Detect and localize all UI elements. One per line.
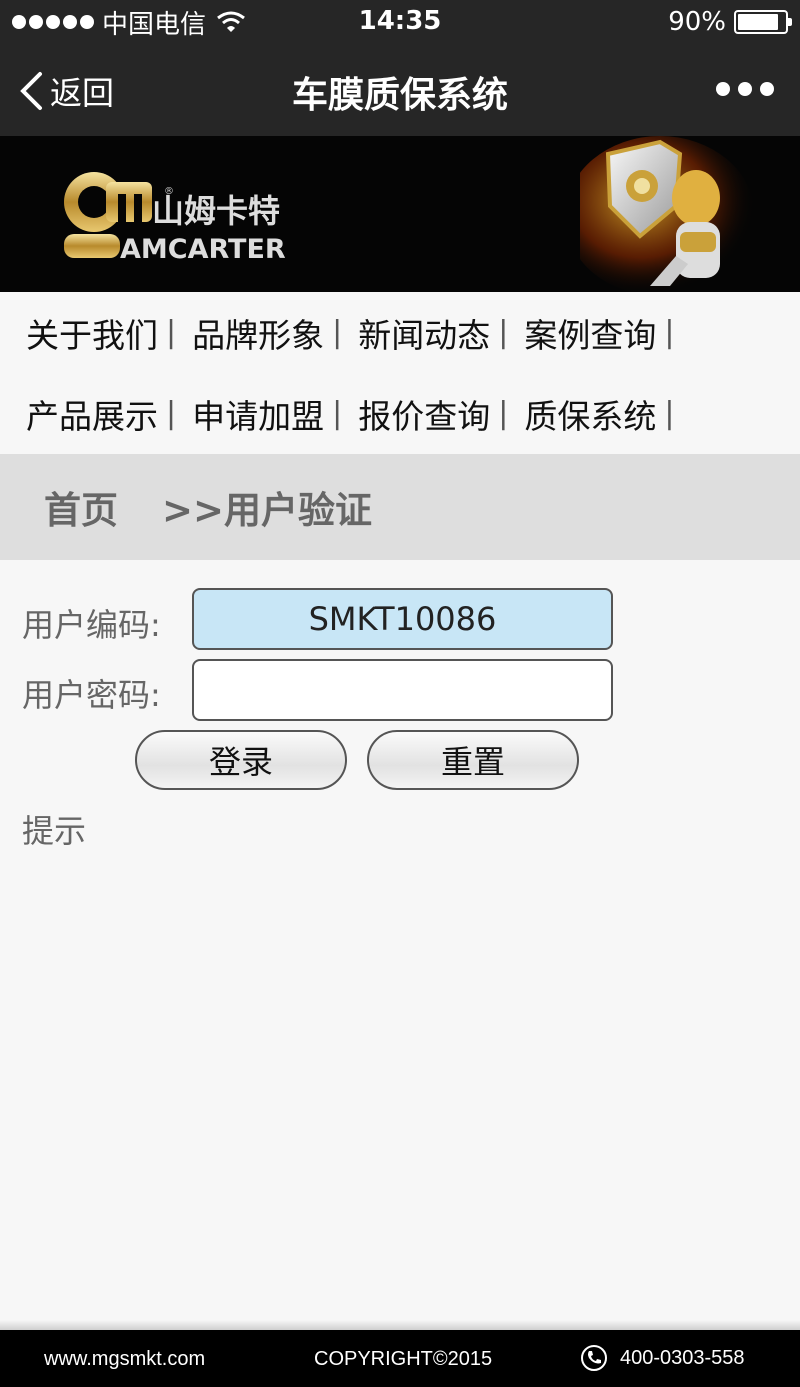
menu-item-franchise[interactable]: 申请加盟 (192, 390, 324, 438)
status-bar: 中国电信 14:35 90% (0, 0, 800, 44)
brand-en: AMCARTER (120, 234, 286, 265)
footer-url[interactable]: www.mgsmkt.com (44, 1348, 205, 1371)
mascot-shield-image (580, 136, 755, 292)
hint-text: 提示 (22, 812, 87, 850)
svg-text:®: ® (164, 186, 174, 197)
breadcrumb-current: >>用户验证 (162, 489, 373, 532)
brand-cn: 山姆卡特 (152, 192, 280, 230)
menu-separator: | (166, 315, 177, 350)
footer-divider (0, 1320, 800, 1330)
menu-item-warranty-system[interactable]: 质保系统 (524, 390, 656, 438)
menu-item-about[interactable]: 关于我们 (26, 309, 158, 357)
nav-bar: 返回 车膜质保系统 (0, 44, 800, 136)
menu-separator: | (498, 396, 509, 431)
footer: www.mgsmkt.com COPYRIGHT©2015 400-0303-5… (0, 1330, 800, 1387)
footer-phone[interactable]: 400-0303-558 (580, 1344, 745, 1372)
main-menu: 关于我们 | 品牌形象 | 新闻动态 | 案例查询 | 产品展示 | 申请加盟 … (0, 292, 800, 454)
page-title: 车膜质保系统 (291, 75, 508, 116)
menu-item-news[interactable]: 新闻动态 (358, 309, 490, 357)
samcarter-logo: 山姆卡特 ® AMCARTER (64, 172, 286, 265)
footer-copyright: COPYRIGHT©2015 (314, 1348, 493, 1370)
more-options-icon[interactable] (716, 82, 774, 96)
menu-separator: | (332, 315, 343, 350)
menu-separator: | (664, 315, 675, 350)
footer-phone-number: 400-0303-558 (620, 1346, 745, 1369)
battery-icon (734, 10, 792, 34)
user-code-input[interactable] (192, 588, 613, 650)
menu-separator: | (664, 396, 675, 431)
phone-icon (581, 1345, 607, 1371)
menu-separator: | (498, 315, 509, 350)
password-input[interactable] (192, 659, 613, 721)
login-button[interactable]: 登录 (135, 730, 347, 790)
brand-banner: 山姆卡特 ® AMCARTER (0, 136, 800, 292)
breadcrumb: 首页 >>用户验证 (0, 454, 800, 560)
battery-percent: 90% (668, 7, 726, 37)
menu-item-quote[interactable]: 报价查询 (358, 390, 490, 438)
menu-separator: | (332, 396, 343, 431)
password-label: 用户密码: (22, 676, 161, 714)
status-right: 90% (668, 6, 792, 38)
menu-row: 产品展示 | 申请加盟 | 报价查询 | 质保系统 | (0, 373, 800, 454)
user-code-label: 用户编码: (22, 606, 161, 644)
menu-item-products[interactable]: 产品展示 (26, 390, 158, 438)
menu-separator: | (166, 396, 177, 431)
reset-button[interactable]: 重置 (367, 730, 579, 790)
breadcrumb-home-link[interactable]: 首页 (44, 480, 118, 534)
menu-row: 关于我们 | 品牌形象 | 新闻动态 | 案例查询 | (0, 292, 800, 373)
menu-item-case-search[interactable]: 案例查询 (524, 309, 656, 357)
menu-item-brand-image[interactable]: 品牌形象 (192, 309, 324, 357)
